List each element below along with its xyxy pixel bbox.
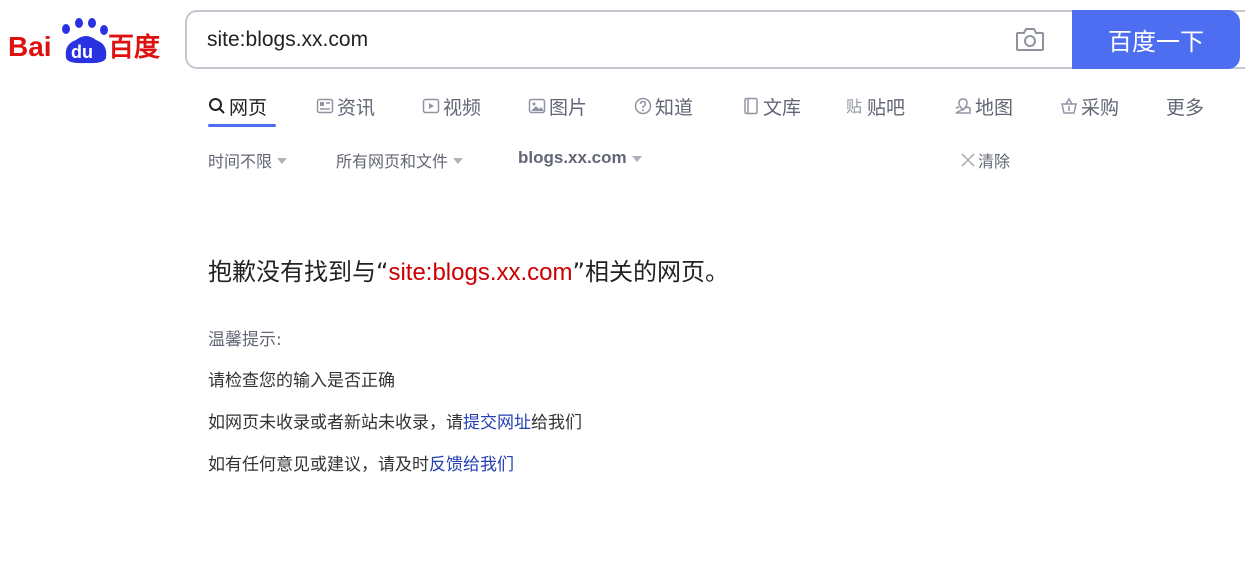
tip-text: 请检查您的输入是否正确 (208, 371, 395, 391)
tip-line-check-input: 请检查您的输入是否正确 (208, 370, 582, 412)
tab-more[interactable]: 更多 (1166, 86, 1204, 126)
news-icon (316, 98, 334, 114)
no-result-message: 抱歉没有找到与“site:blogs.xx.com”相关的网页。 (208, 252, 729, 287)
tab-label: 贴吧 (867, 96, 906, 119)
search-input[interactable] (207, 12, 1007, 67)
tab-label: 更多 (1166, 96, 1205, 119)
clear-filters-button[interactable]: 清除 (960, 148, 1010, 172)
no-result-query: site:blogs.xx.com (388, 259, 573, 286)
tab-tieba[interactable]: 贴 贴吧 (846, 86, 905, 126)
search-icon (209, 98, 225, 114)
filter-site-label: blogs.xx.com (518, 148, 627, 167)
tab-map[interactable]: 地图 (954, 86, 1013, 126)
tab-label: 地图 (975, 96, 1014, 119)
tab-label: 知道 (655, 96, 694, 119)
tab-label: 文库 (763, 96, 802, 119)
search-filters: 时间不限 所有网页和文件 blogs.xx.com 清除 (208, 148, 1028, 176)
paw-icon: du (62, 18, 108, 64)
tips-title: 温馨提示: (208, 330, 282, 350)
tab-video[interactable]: 视频 (422, 86, 481, 126)
tab-label: 视频 (443, 96, 482, 119)
caret-down-icon (453, 158, 464, 164)
search-button[interactable]: 百度一下 (1072, 10, 1240, 69)
basket-icon (1061, 97, 1077, 114)
tab-zhidao[interactable]: 知道 (634, 86, 693, 126)
map-icon (955, 98, 971, 114)
no-result-suffix: 相关的网页。 (584, 258, 729, 286)
tab-purchase[interactable]: 采购 (1060, 86, 1119, 126)
tip-line-submit-url: 如网页未收录或者新站未收录，请提交网址给我们 (208, 412, 582, 454)
logo-text-latin: Bai (8, 31, 52, 62)
camera-icon[interactable] (1015, 26, 1045, 52)
open-quote: “ (376, 258, 389, 286)
filter-site[interactable]: blogs.xx.com (518, 148, 642, 168)
tab-image[interactable]: 图片 (528, 86, 587, 126)
tab-news[interactable]: 资讯 (316, 86, 375, 126)
close-icon (961, 153, 975, 167)
tab-label: 采购 (1081, 96, 1120, 119)
active-tab-indicator (208, 124, 276, 127)
document-icon (744, 97, 758, 115)
tip-text: 如网页未收录或者新站未收录，请 (208, 413, 463, 433)
no-result-prefix: 抱歉没有找到与 (208, 258, 376, 286)
svg-text:贴: 贴 (846, 97, 862, 115)
close-quote: ” (572, 258, 585, 286)
caret-down-icon (631, 156, 642, 162)
filter-time-label: 时间不限 (208, 152, 273, 171)
feedback-link[interactable]: 反馈给我们 (429, 455, 514, 475)
video-icon (422, 98, 440, 114)
baidu-logo[interactable]: Bai du 百度 (8, 14, 168, 64)
question-icon (634, 97, 652, 115)
filter-time[interactable]: 时间不限 (208, 148, 288, 172)
tab-wenku[interactable]: 文库 (742, 86, 801, 126)
tieba-icon: 贴 (846, 97, 862, 115)
image-icon (528, 98, 546, 114)
caret-down-icon (277, 158, 288, 164)
tab-label: 图片 (549, 96, 588, 119)
tip-text: 给我们 (531, 413, 582, 433)
submit-url-link[interactable]: 提交网址 (463, 413, 531, 433)
tips-section: 温馨提示: 请检查您的输入是否正确 如网页未收录或者新站未收录，请提交网址给我们… (208, 325, 582, 496)
tab-label: 资讯 (337, 96, 376, 119)
tab-web[interactable]: 网页 (208, 86, 267, 126)
logo-text-du: du (71, 42, 93, 62)
filter-type[interactable]: 所有网页和文件 (336, 148, 464, 172)
tip-text: 如有任何意见或建议，请及时 (208, 455, 429, 475)
tab-label: 网页 (229, 96, 268, 119)
filter-type-label: 所有网页和文件 (336, 152, 449, 171)
logo-text-cn: 百度 (108, 32, 160, 63)
tip-line-feedback: 如有任何意见或建议，请及时反馈给我们 (208, 454, 582, 496)
clear-label: 清除 (978, 152, 1011, 171)
